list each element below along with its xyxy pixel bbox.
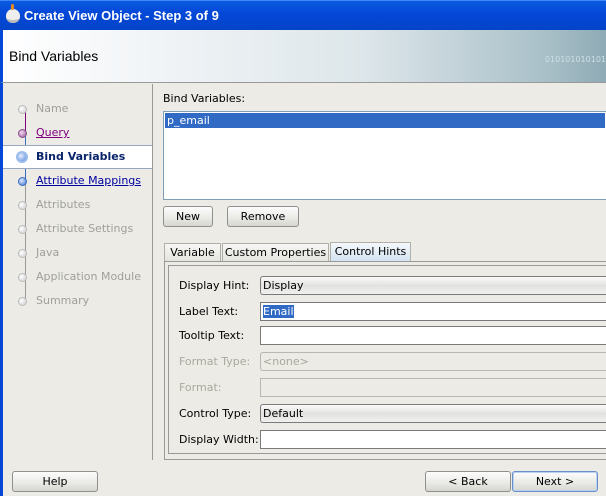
- control-type-select[interactable]: Default: [260, 404, 606, 423]
- step-icon: [18, 225, 27, 234]
- step-icon: [18, 273, 27, 282]
- page-title: Bind Variables: [9, 48, 99, 64]
- format-type-select: <none>: [260, 352, 606, 371]
- step-icon: [18, 249, 27, 258]
- remove-button[interactable]: Remove: [227, 206, 299, 227]
- help-button[interactable]: Help: [12, 471, 98, 492]
- header-watermark: 010101010101: [544, 55, 606, 64]
- tab-custom-properties[interactable]: Custom Properties: [222, 243, 329, 262]
- step-attribute-mappings[interactable]: Attribute Mappings: [3, 170, 152, 192]
- step-summary: Summary: [3, 290, 152, 312]
- wizard-header: Bind Variables 010101010101: [0, 30, 606, 83]
- display-hint-select[interactable]: Display: [260, 276, 606, 295]
- tab-variable[interactable]: Variable: [164, 243, 221, 262]
- window-title: Create View Object - Step 3 of 9: [24, 8, 219, 23]
- control-type-label: Control Type:: [179, 407, 252, 420]
- java-cup-icon: [6, 4, 20, 23]
- label-text-label: Label Text:: [179, 305, 239, 318]
- step-icon: [16, 151, 28, 163]
- format-input: [260, 378, 606, 397]
- step-attribute-settings: Attribute Settings: [3, 218, 152, 240]
- next-button[interactable]: Next >: [512, 471, 598, 492]
- step-query[interactable]: Query: [3, 122, 152, 144]
- bind-variables-list[interactable]: p_email: [163, 111, 606, 200]
- control-hints-panel: Display Hint: Display Label Text: Email …: [164, 261, 606, 460]
- back-button[interactable]: < Back: [425, 471, 511, 492]
- step-name: Name: [3, 98, 152, 120]
- new-button[interactable]: New: [163, 206, 213, 227]
- title-bar: Create View Object - Step 3 of 9: [0, 0, 606, 30]
- step-icon: [18, 201, 27, 210]
- step-bind-variables: Bind Variables: [3, 145, 152, 169]
- format-label: Format:: [179, 381, 222, 394]
- label-text-input[interactable]: Email: [260, 302, 606, 321]
- display-width-input[interactable]: [260, 430, 606, 449]
- display-hint-label: Display Hint:: [179, 279, 250, 292]
- bind-variables-label: Bind Variables:: [163, 92, 246, 105]
- wizard-steps: Name Query Bind Variables Attribute Mapp…: [3, 84, 153, 460]
- step-java: Java: [3, 242, 152, 264]
- step-icon: [18, 177, 27, 186]
- display-width-label: Display Width:: [179, 433, 259, 446]
- step-icon: [18, 105, 27, 114]
- step-icon: [18, 129, 27, 138]
- step-attributes: Attributes: [3, 194, 152, 216]
- list-item[interactable]: p_email: [165, 113, 605, 128]
- step-icon: [18, 297, 27, 306]
- format-type-label: Format Type:: [179, 355, 251, 368]
- tooltip-text-input[interactable]: [260, 326, 606, 345]
- step-application-module: Application Module: [3, 266, 152, 288]
- tooltip-text-label: Tooltip Text:: [179, 329, 245, 342]
- tab-control-hints[interactable]: Control Hints: [330, 242, 411, 262]
